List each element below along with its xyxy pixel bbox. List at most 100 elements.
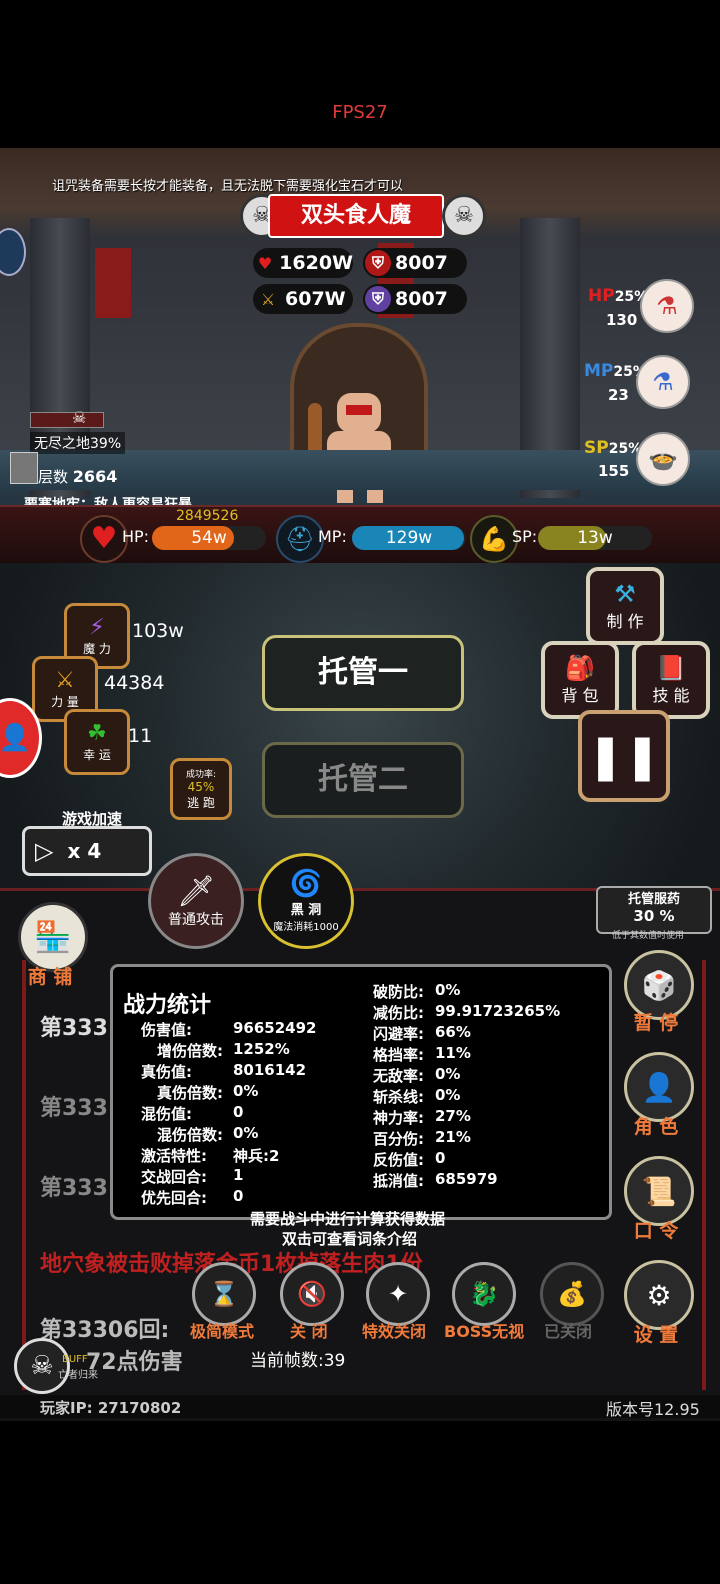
normal-attack-button[interactable]: 🗡 普通攻击	[148, 853, 244, 949]
stat-value: 27%	[435, 1107, 471, 1125]
mute-button[interactable]: 🔇	[280, 1262, 344, 1326]
auto-potion-setting[interactable]: 托管服药 30 %	[596, 886, 712, 934]
auto-battle-1-button[interactable]: 托管一	[262, 635, 464, 711]
boss-hp: ♥ 1620W	[253, 248, 353, 278]
speed-button[interactable]: ▷ x 4	[22, 826, 152, 876]
stat-key: 反伤值:	[373, 1151, 424, 1169]
stat-value: 0%	[435, 1065, 461, 1083]
sword-icon: ⚔	[260, 289, 276, 309]
hp-label: HP:	[122, 527, 150, 546]
stat-row: 混伤倍数: 0%	[141, 1124, 317, 1145]
stat-value: 神兵:2	[233, 1147, 280, 1165]
buff-name: 亡者归来	[58, 1370, 98, 1381]
stats-left-column: 伤害值: 96652492 增伤倍数: 1252% 真伤值: 8016142 真伤倍数: 0%…	[141, 1019, 317, 1208]
stat-key: 混伤值:	[141, 1105, 192, 1123]
backpack-icon: 🎒	[565, 654, 595, 682]
stat-key: 抵消值:	[373, 1172, 424, 1190]
blackhole-skill-button[interactable]: 🌀 黑 洞 魔法消耗1000	[258, 853, 354, 949]
skill-button[interactable]: 📕 技 能	[632, 641, 710, 719]
hp-potion-button[interactable]: ⚗	[640, 279, 694, 333]
panel-note: 需要战斗中进行计算获得数据	[250, 1210, 446, 1228]
log-line: 第333	[40, 1016, 108, 1041]
luck-value: 11	[128, 725, 153, 747]
shop-icon: 🏪	[34, 919, 72, 955]
slash-effect-icon: ✦	[387, 1280, 409, 1308]
stat-row: 反伤值: 0	[373, 1149, 560, 1170]
pause-game-button[interactable]: ❚❚	[578, 710, 670, 802]
stat-key: 优先回合:	[141, 1189, 207, 1207]
stat-key: 神力率:	[373, 1109, 424, 1127]
bag-button[interactable]: 🎒 背 包	[541, 641, 619, 719]
floor-count: 层数 2664	[38, 467, 118, 486]
stat-key: 减伤比:	[373, 1004, 424, 1022]
frame-counter: 当前帧数:39	[250, 1351, 346, 1371]
craft-button[interactable]: ⚒ 制 作	[586, 567, 664, 645]
shop-label: 商 铺	[27, 966, 73, 988]
stats-right-column: 破防比: 0% 减伤比: 99.91723265% 闪避率: 66% 格挡率: 11% 无敌率:…	[373, 981, 560, 1191]
dice-icon: 🎲	[641, 968, 677, 1002]
stat-row: 闪避率: 66%	[373, 1023, 560, 1044]
stat-key: 斩杀线:	[373, 1088, 424, 1106]
stat-key: 激活特性:	[141, 1147, 207, 1165]
speaker-muted-icon: 🔇	[297, 1280, 327, 1308]
stat-row: 神力率: 27%	[373, 1107, 560, 1128]
zone-name: 无尽之地39%	[30, 432, 126, 454]
user-icon: 👤	[0, 723, 31, 753]
auto-battle-2-button[interactable]: 托管二	[262, 742, 464, 818]
hint-text: 诅咒装备需要长按才能装备，且无法脱下需要强化宝石才可以	[52, 179, 404, 194]
boss-defense: ⛨ 8007	[363, 248, 467, 278]
player-sp-bar: 13w	[538, 526, 652, 550]
stat-value: 0	[233, 1103, 244, 1121]
escape-button[interactable]: 成功率: 45% 逃 跑	[170, 758, 232, 820]
shield-icon: ⛨	[365, 250, 391, 276]
money-bag-icon: 💰	[557, 1280, 587, 1308]
stat-value: 99.91723265%	[435, 1002, 561, 1020]
stat-row: 交战回合: 1	[141, 1166, 317, 1187]
magic-value: 103w	[132, 620, 184, 642]
book-icon: 📕	[656, 654, 686, 682]
stat-row: 混伤值: 0	[141, 1103, 317, 1124]
play-icon: ▷	[35, 837, 54, 865]
version-label: 版本号12.95	[606, 1400, 700, 1419]
sp-food-button[interactable]: 🍲	[636, 432, 690, 486]
weapon-icon: ⚔	[55, 668, 75, 693]
stat-key: 交战回合:	[141, 1168, 207, 1186]
muscle-icon: 💪	[470, 515, 518, 563]
combat-stats-panel[interactable]: 战力统计 伤害值: 96652492 增伤倍数: 1252% 真伤值: 8016142 真伤…	[110, 964, 612, 1220]
log-line: 72点伤害	[86, 1350, 183, 1375]
stat-value: 685979	[435, 1170, 498, 1188]
clover-icon: ☘	[87, 721, 107, 746]
mp-label: MP:	[318, 527, 347, 546]
potion-icon: ⚗	[656, 292, 678, 320]
stat-key: 破防比:	[373, 983, 424, 1001]
stat-row: 激活特性: 神兵:2	[141, 1145, 317, 1166]
buff-label: BUFF	[62, 1354, 88, 1365]
heart-icon: ♥	[257, 253, 273, 273]
stat-value: 1252%	[233, 1040, 290, 1058]
pause-label: 暂 停	[633, 1012, 679, 1034]
simple-mode-button[interactable]: ⌛	[192, 1262, 256, 1326]
stat-row: 减伤比: 99.91723265%	[373, 1002, 560, 1023]
stat-row: 格挡率: 11%	[373, 1044, 560, 1065]
loot-bag-button[interactable]: 💰	[540, 1262, 604, 1326]
hourglass-icon: ⌛	[209, 1280, 239, 1308]
stat-value: 0%	[435, 981, 461, 999]
stat-value: 1	[233, 1166, 244, 1184]
stat-row: 优先回合: 0	[141, 1187, 317, 1208]
stat-key: 增伤倍数:	[157, 1042, 223, 1060]
stat-row: 真伤值: 8016142	[141, 1061, 317, 1082]
zone-progress-bar	[30, 412, 104, 428]
log-line: 第333	[40, 1096, 108, 1121]
stat-value: 96652492	[233, 1019, 317, 1037]
stat-row: 无敌率: 0%	[373, 1065, 560, 1086]
mp-potion-button[interactable]: ⚗	[636, 355, 690, 409]
stat-row: 抵消值: 685979	[373, 1170, 560, 1191]
hp-potion-count: 130	[606, 311, 638, 329]
stairs-icon	[10, 452, 38, 484]
effects-button[interactable]: ✦	[366, 1262, 430, 1326]
lightning-icon: ⚡	[89, 615, 105, 640]
loot-bag-label: 已关闭	[544, 1322, 593, 1341]
log-line: 第333	[40, 1176, 108, 1201]
sword-icon: 🗡	[176, 873, 216, 909]
boss-ignore-button[interactable]: 🐉	[452, 1262, 516, 1326]
